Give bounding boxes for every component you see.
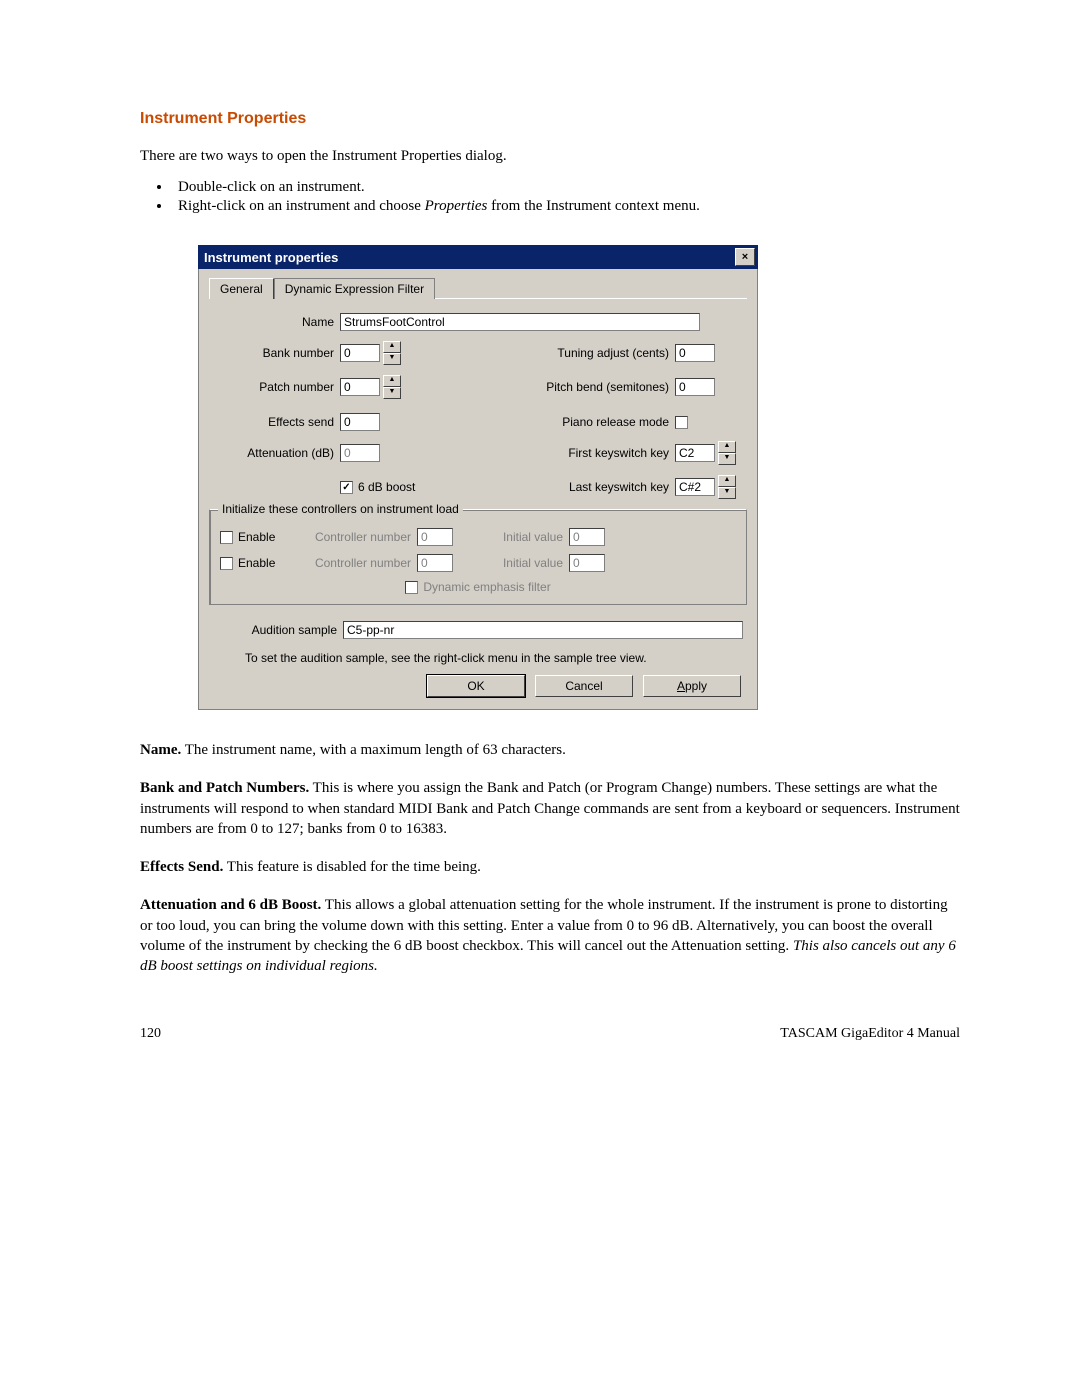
last-keyswitch-input[interactable]	[675, 478, 715, 496]
tab-strip: General Dynamic Expression Filter	[209, 277, 747, 299]
group-label: Initialize these controllers on instrume…	[218, 502, 463, 516]
audition-hint: To set the audition sample, see the righ…	[245, 651, 747, 665]
list-item: Right-click on an instrument and choose …	[172, 198, 960, 215]
apply-rest: pply	[685, 679, 707, 693]
six-db-boost-checkbox[interactable]: ✓	[340, 481, 353, 494]
initial-value-label: Initial value	[473, 530, 569, 544]
name-input[interactable]	[340, 313, 700, 331]
last-keyswitch-spinner[interactable]: ▲ ▼	[718, 475, 736, 499]
enable-label: Enable	[238, 530, 275, 544]
list-item-text: Right-click on an instrument and choose	[178, 198, 425, 214]
attenuation-input	[340, 444, 380, 462]
tab-dynamic-expression-filter[interactable]: Dynamic Expression Filter	[274, 278, 435, 299]
desc-effects-text: This feature is disabled for the time be…	[223, 859, 481, 875]
desc-name-text: The instrument name, with a maximum leng…	[181, 742, 566, 758]
instrument-properties-dialog: Instrument properties × General Dynamic …	[198, 245, 758, 710]
controller1-number-input	[417, 528, 453, 546]
tuning-adjust-input[interactable]	[675, 344, 715, 362]
spin-up-icon[interactable]: ▲	[718, 441, 736, 453]
ok-button[interactable]: OK	[427, 675, 525, 697]
controller2-number-input	[417, 554, 453, 572]
page-number: 120	[140, 1026, 161, 1042]
list-item-emphasis: Properties	[425, 198, 488, 214]
six-db-boost-label: 6 dB boost	[358, 480, 415, 494]
cancel-button[interactable]: Cancel	[535, 675, 633, 697]
piano-release-checkbox[interactable]	[675, 416, 688, 429]
tuning-adjust-label: Tuning adjust (cents)	[469, 346, 675, 360]
patch-number-label: Patch number	[209, 380, 340, 394]
desc-effects-send: Effects Send. This feature is disabled f…	[140, 857, 960, 877]
spin-down-icon[interactable]: ▼	[718, 453, 736, 465]
piano-release-label: Piano release mode	[469, 415, 675, 429]
pitch-bend-input[interactable]	[675, 378, 715, 396]
controller1-initial-value-input	[569, 528, 605, 546]
manual-title: TASCAM GigaEditor 4 Manual	[780, 1026, 960, 1042]
dialog-title: Instrument properties	[204, 250, 338, 265]
controller2-initial-value-input	[569, 554, 605, 572]
audition-sample-label: Audition sample	[237, 623, 343, 637]
first-keyswitch-label: First keyswitch key	[469, 446, 675, 460]
last-keyswitch-label: Last keyswitch key	[469, 480, 675, 494]
effects-send-input[interactable]	[340, 413, 380, 431]
desc-attenuation: Attenuation and 6 dB Boost. This allows …	[140, 895, 960, 976]
desc-bank-heading: Bank and Patch Numbers.	[140, 780, 309, 796]
first-keyswitch-spinner[interactable]: ▲ ▼	[718, 441, 736, 465]
first-keyswitch-input[interactable]	[675, 444, 715, 462]
apply-mnemonic: A	[677, 679, 685, 693]
spin-down-icon[interactable]: ▼	[383, 353, 401, 365]
patch-number-spinner[interactable]: ▲ ▼	[383, 375, 401, 399]
spin-down-icon[interactable]: ▼	[383, 387, 401, 399]
effects-send-label: Effects send	[209, 415, 340, 429]
apply-button[interactable]: Apply	[643, 675, 741, 697]
bank-number-input[interactable]	[340, 344, 380, 362]
controller2-enable-checkbox[interactable]	[220, 557, 233, 570]
desc-name-heading: Name.	[140, 742, 181, 758]
controller-number-label: Controller number	[306, 530, 417, 544]
initialize-controllers-group: Initialize these controllers on instrume…	[209, 509, 747, 605]
audition-sample-input[interactable]	[343, 621, 743, 639]
tab-general[interactable]: General	[209, 278, 274, 299]
bank-number-spinner[interactable]: ▲ ▼	[383, 341, 401, 365]
desc-attenuation-heading: Attenuation and 6 dB Boost.	[140, 897, 321, 913]
spin-up-icon[interactable]: ▲	[383, 341, 401, 353]
enable-label: Enable	[238, 556, 275, 570]
name-label: Name	[209, 315, 340, 329]
controller1-enable-checkbox[interactable]	[220, 531, 233, 544]
close-icon[interactable]: ×	[735, 248, 755, 266]
intro-text: There are two ways to open the Instrumen…	[140, 148, 960, 165]
attenuation-label: Attenuation (dB)	[209, 446, 340, 460]
bank-number-label: Bank number	[209, 346, 340, 360]
dialog-titlebar[interactable]: Instrument properties ×	[198, 245, 758, 269]
patch-number-input[interactable]	[340, 378, 380, 396]
controller-number-label: Controller number	[306, 556, 417, 570]
spin-up-icon[interactable]: ▲	[383, 375, 401, 387]
pitch-bend-label: Pitch bend (semitones)	[469, 380, 675, 394]
open-methods-list: Double-click on an instrument. Right-cli…	[172, 179, 960, 215]
list-item: Double-click on an instrument.	[172, 179, 960, 196]
dynamic-emphasis-filter-label: Dynamic emphasis filter	[423, 580, 550, 594]
desc-effects-heading: Effects Send.	[140, 859, 223, 875]
section-heading: Instrument Properties	[140, 110, 960, 128]
spin-up-icon[interactable]: ▲	[718, 475, 736, 487]
desc-name: Name. The instrument name, with a maximu…	[140, 740, 960, 760]
dynamic-emphasis-filter-checkbox[interactable]	[405, 581, 418, 594]
desc-bank-patch: Bank and Patch Numbers. This is where yo…	[140, 778, 960, 839]
list-item-text: from the Instrument context menu.	[487, 198, 699, 214]
spin-down-icon[interactable]: ▼	[718, 487, 736, 499]
initial-value-label: Initial value	[473, 556, 569, 570]
